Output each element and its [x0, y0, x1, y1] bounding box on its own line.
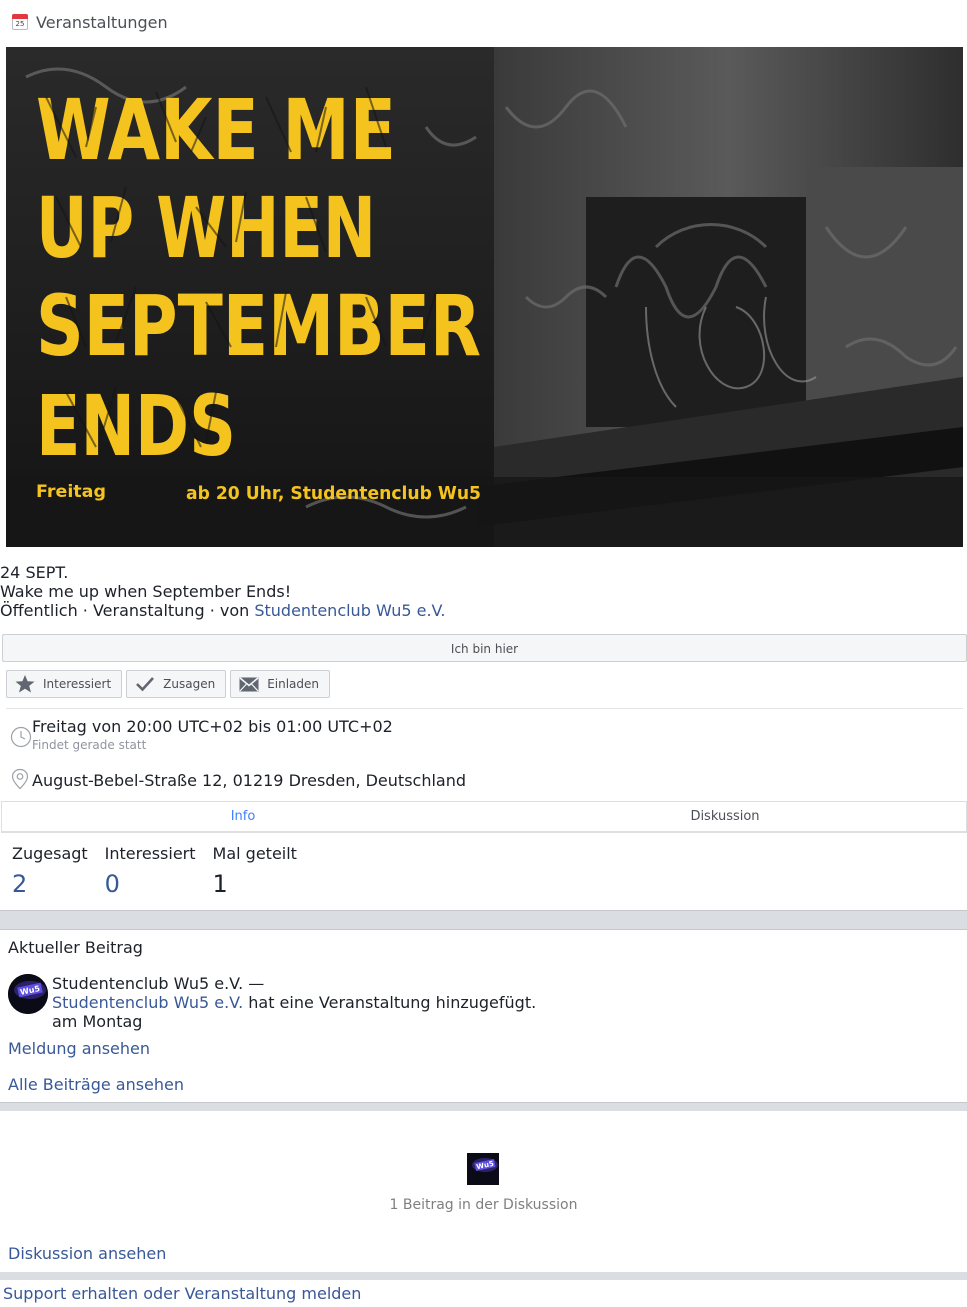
avatar-logo: Wu5 — [8, 974, 48, 1014]
section-separator — [0, 911, 967, 929]
calendar-day: 25 — [15, 20, 25, 28]
discussion-count: 1 Beitrag in der Diskussion — [389, 1197, 578, 1213]
event-meta-prefix: Öffentlich · Veranstaltung · von — [0, 601, 255, 620]
checkmark-icon — [135, 676, 155, 692]
section-divider — [0, 929, 967, 930]
discussion-avatar: Wu5 — [467, 1153, 499, 1185]
stat-shared: Mal geteilt 1 — [213, 844, 297, 900]
event-time: Freitag von 20:00 UTC+02 bis 01:00 UTC+0… — [32, 717, 393, 736]
going-button[interactable]: Zusagen — [126, 670, 227, 698]
tab-discussion[interactable]: Diskussion — [484, 802, 966, 832]
cover-artwork: WAKE ME UP WHEN SEPTEMBER ENDS Freitag a… — [6, 47, 963, 547]
section-separator — [0, 1272, 967, 1280]
event-time-status: Findet gerade statt — [32, 738, 147, 752]
event-date: 24 SEPT. — [0, 563, 69, 582]
page-title: Veranstaltungen — [36, 12, 168, 32]
cover-title-line-2: UP WHEN — [36, 179, 376, 277]
event-address: August-Bebel-Straße 12, 01219 Dresden, D… — [32, 771, 467, 790]
event-meta: Öffentlich · Veranstaltung · von Student… — [0, 601, 446, 620]
event-actions: Interessiert Zusagen Einladen — [6, 670, 331, 698]
stat-interested[interactable]: Interessiert 0 — [105, 844, 196, 900]
post-time: am Montag — [52, 1012, 143, 1031]
event-location-row[interactable]: August-Bebel-Straße 12, 01219 Dresden, D… — [10, 768, 466, 794]
event-time-row: Freitag von 20:00 UTC+02 bis 01:00 UTC+0… — [10, 716, 393, 752]
recent-post-heading: Aktueller Beitrag — [8, 938, 143, 957]
support-report-link[interactable]: Support erhalten oder Veranstaltung meld… — [3, 1284, 361, 1303]
stat-interested-value: 0 — [104, 870, 120, 898]
event-summary: 24 SEPT. Wake me up when September Ends!… — [0, 563, 446, 620]
interested-button[interactable]: Interessiert — [6, 670, 123, 698]
cover-day-text: Freitag — [36, 482, 106, 502]
tabs-bottom-border — [1, 831, 967, 833]
star-icon — [15, 675, 35, 693]
cover-title-line-3: SEPTEMBER — [36, 277, 481, 375]
divider — [6, 708, 963, 709]
tab-info[interactable]: Info — [2, 802, 484, 832]
event-stats: Zugesagt 2 Interessiert 0 Mal geteilt 1 — [12, 844, 314, 900]
view-message-link[interactable]: Meldung ansehen — [8, 1039, 150, 1058]
going-label: Zusagen — [163, 677, 216, 691]
avatar[interactable]: Wu5 — [8, 974, 48, 1014]
event-name: Wake me up when September Ends! — [0, 582, 292, 601]
event-cover-image[interactable]: WAKE ME UP WHEN SEPTEMBER ENDS Freitag a… — [6, 47, 963, 547]
stat-interested-label: Interessiert — [104, 844, 196, 863]
event-tabs: Info Diskussion — [1, 801, 967, 833]
recent-post: Studentenclub Wu5 e.V. — Studentenclub W… — [52, 974, 536, 1031]
section-separator — [0, 1103, 967, 1111]
post-body: Studentenclub Wu5 e.V. hat eine Veransta… — [52, 993, 536, 1012]
stat-shared-label: Mal geteilt — [212, 844, 297, 863]
interested-label: Interessiert — [43, 677, 112, 691]
stat-shared-value: 1 — [212, 870, 228, 898]
envelope-icon — [239, 676, 259, 692]
cover-details-text: ab 20 Uhr, Studentenclub Wu5 — [186, 483, 481, 504]
cover-title-line-4: ENDS — [36, 377, 236, 475]
post-actor-link[interactable]: Studentenclub Wu5 e.V. — [52, 993, 243, 1012]
all-posts-link[interactable]: Alle Beiträge ansehen — [8, 1075, 184, 1094]
check-in-button[interactable]: Ich bin hier — [2, 634, 967, 662]
invite-label: Einladen — [267, 677, 320, 691]
view-discussion-link[interactable]: Diskussion ansehen — [8, 1244, 166, 1263]
event-host-link[interactable]: Studentenclub Wu5 e.V. — [254, 601, 445, 620]
discussion-avatar-logo: Wu5 — [467, 1153, 499, 1185]
invite-button[interactable]: Einladen — [230, 670, 331, 698]
clock-icon — [10, 726, 32, 752]
page-header: 25 Veranstaltungen — [0, 0, 967, 44]
post-action-text: hat eine Veranstaltung hinzugefügt. — [243, 993, 537, 1012]
stat-going[interactable]: Zugesagt 2 — [12, 844, 88, 900]
calendar-icon: 25 — [12, 14, 28, 30]
location-pin-icon — [10, 768, 32, 794]
stat-going-value: 2 — [12, 870, 28, 898]
stat-going-label: Zugesagt — [12, 844, 88, 863]
post-author-line: Studentenclub Wu5 e.V. — — [52, 974, 265, 993]
